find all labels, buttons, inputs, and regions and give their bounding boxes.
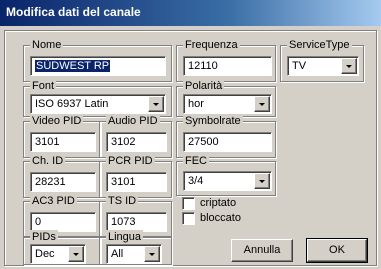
- lingua-value: All: [111, 248, 124, 260]
- fec-value: 3/4: [188, 175, 204, 187]
- ch-id-input[interactable]: 28231: [30, 172, 96, 192]
- video-pid-label: Video PID: [30, 114, 84, 128]
- pcr-pid-group: PCR PID 3101: [99, 154, 172, 198]
- chevron-down-icon: [346, 65, 352, 68]
- frequenza-label: Frequenza: [183, 38, 240, 52]
- polarita-label: Polarità: [183, 79, 225, 93]
- service-type-group: ServiceType TV: [280, 38, 364, 82]
- nome-label: Nome: [30, 38, 64, 52]
- chevron-down-icon: [259, 180, 265, 183]
- chevron-down-icon: [149, 253, 155, 256]
- criptato-checkbox-box[interactable]: [182, 197, 195, 210]
- pids-select[interactable]: Dec: [30, 244, 86, 264]
- service-type-dropdown-button[interactable]: [341, 58, 357, 74]
- font-dropdown-button[interactable]: [148, 96, 164, 112]
- symbolrate-label: Symbolrate: [183, 114, 243, 128]
- ch-id-label: Ch. ID: [30, 154, 66, 168]
- frequenza-input[interactable]: 12110: [183, 56, 272, 76]
- cancel-button[interactable]: Annulla: [231, 239, 293, 262]
- font-group: Font ISO 6937 Latin: [23, 79, 172, 117]
- service-type-value: TV: [292, 60, 307, 72]
- chevron-down-icon: [259, 103, 265, 106]
- audio-pid-label: Audio PID: [106, 114, 160, 128]
- lingua-dropdown-button[interactable]: [144, 246, 160, 262]
- ts-id-input[interactable]: 1073: [106, 212, 167, 232]
- lingua-label: Lingua: [106, 230, 144, 244]
- criptato-checkbox[interactable]: criptato: [182, 197, 262, 211]
- audio-pid-group: Audio PID 3102: [99, 114, 172, 158]
- ac3-pid-label: AC3 PID: [30, 194, 77, 208]
- fec-dropdown-button[interactable]: [254, 173, 270, 189]
- chevron-down-icon: [73, 253, 79, 256]
- dialog-window: Modifica dati del canale Nome SÜDWEST RP…: [0, 0, 381, 269]
- lingua-group: Lingua All: [99, 230, 172, 265]
- video-pid-group: Video PID 3101: [23, 114, 101, 158]
- frequenza-group: Frequenza 12110: [176, 38, 276, 82]
- pids-value: Dec: [35, 248, 55, 260]
- pids-group: PIDs Dec: [23, 230, 101, 265]
- lingua-select[interactable]: All: [106, 244, 162, 264]
- polarita-select[interactable]: hor: [183, 94, 272, 114]
- ch-id-group: Ch. ID 28231: [23, 154, 101, 198]
- fec-group: FEC 3/4: [176, 154, 276, 196]
- dialog-client-area: Nome SÜDWEST RP Frequenza 12110 ServiceT…: [4, 30, 377, 266]
- font-select[interactable]: ISO 6937 Latin: [30, 94, 166, 114]
- pids-dropdown-button[interactable]: [68, 246, 84, 262]
- font-label: Font: [30, 79, 57, 93]
- video-pid-input[interactable]: 3101: [30, 132, 96, 152]
- audio-pid-input[interactable]: 3102: [106, 132, 167, 152]
- bloccato-label: bloccato: [200, 212, 241, 224]
- ts-id-label: TS ID: [106, 194, 139, 208]
- fec-label: FEC: [183, 154, 209, 168]
- pcr-pid-label: PCR PID: [106, 154, 155, 168]
- fec-select[interactable]: 3/4: [183, 171, 272, 191]
- criptato-label: criptato: [200, 197, 237, 209]
- service-type-label: ServiceType: [287, 38, 352, 52]
- bloccato-checkbox[interactable]: bloccato: [182, 212, 262, 226]
- nome-group: Nome SÜDWEST RP: [23, 38, 172, 82]
- polarita-dropdown-button[interactable]: [254, 96, 270, 112]
- bloccato-checkbox-box[interactable]: [182, 212, 195, 225]
- service-type-select[interactable]: TV: [287, 56, 359, 76]
- nome-input[interactable]: SÜDWEST RP: [30, 56, 166, 76]
- window-title: Modifica dati del canale: [0, 0, 381, 26]
- ac3-pid-input[interactable]: 0: [30, 212, 96, 232]
- polarita-value: hor: [188, 98, 204, 110]
- symbolrate-input[interactable]: 27500: [183, 132, 272, 152]
- symbolrate-group: Symbolrate 27500: [176, 114, 276, 158]
- ok-button[interactable]: OK: [306, 238, 368, 263]
- polarita-group: Polarità hor: [176, 79, 276, 117]
- pids-label: PIDs: [30, 230, 58, 244]
- pcr-pid-input[interactable]: 3101: [106, 172, 167, 192]
- nome-value: SÜDWEST RP: [35, 60, 111, 72]
- chevron-down-icon: [153, 103, 159, 106]
- font-value: ISO 6937 Latin: [35, 98, 109, 110]
